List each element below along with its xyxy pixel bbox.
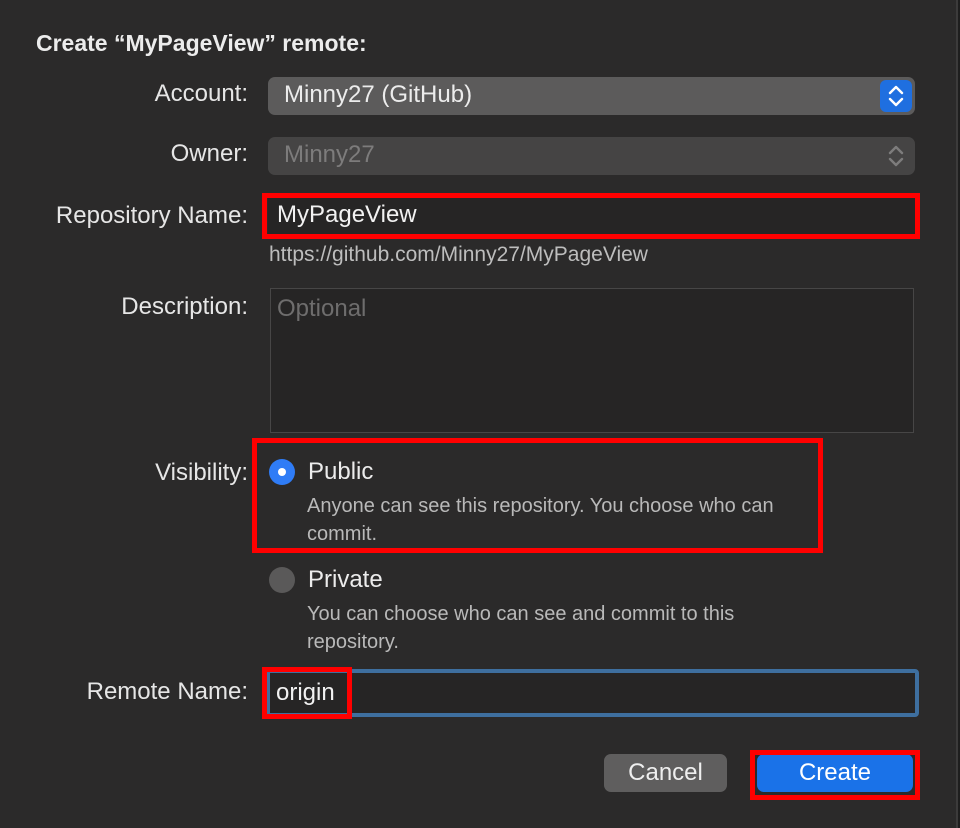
- repository-name-field[interactable]: MyPageView: [268, 197, 915, 235]
- account-value: Minny27 (GitHub): [284, 81, 473, 108]
- private-radio[interactable]: [269, 567, 295, 593]
- repository-name-label: Repository Name:: [55, 202, 248, 229]
- chevron-up-down-icon: [880, 80, 912, 112]
- description-placeholder: Optional: [277, 295, 367, 322]
- create-button[interactable]: Create: [757, 754, 913, 792]
- dialog-title: Create “MyPageView” remote:: [36, 30, 367, 56]
- cancel-button[interactable]: Cancel: [604, 754, 727, 792]
- repository-url: https://github.com/Minny27/MyPageView: [269, 243, 648, 266]
- account-popup[interactable]: Minny27 (GitHub): [268, 77, 915, 115]
- create-remote-dialog: Create “MyPageView” remote: Account: Min…: [0, 0, 958, 828]
- remote-name-label: Remote Name:: [86, 678, 248, 705]
- chevron-up-down-icon: [880, 140, 912, 172]
- owner-value: Minny27: [284, 141, 375, 168]
- description-field[interactable]: Optional: [270, 288, 914, 433]
- public-description: Anyone can see this repository. You choo…: [307, 495, 774, 545]
- remote-name-value: origin: [276, 679, 335, 706]
- description-label: Description:: [121, 293, 248, 320]
- private-description: You can choose who can see and commit to…: [307, 603, 735, 653]
- account-label: Account:: [154, 80, 248, 107]
- repository-name-value: MyPageView: [277, 201, 417, 228]
- owner-label: Owner:: [170, 140, 248, 167]
- remote-name-field[interactable]: origin: [266, 669, 919, 717]
- public-radio[interactable]: [269, 459, 295, 485]
- owner-popup[interactable]: Minny27: [268, 137, 915, 175]
- public-title: Public: [308, 458, 374, 485]
- private-title: Private: [308, 566, 383, 593]
- visibility-label: Visibility:: [155, 459, 248, 486]
